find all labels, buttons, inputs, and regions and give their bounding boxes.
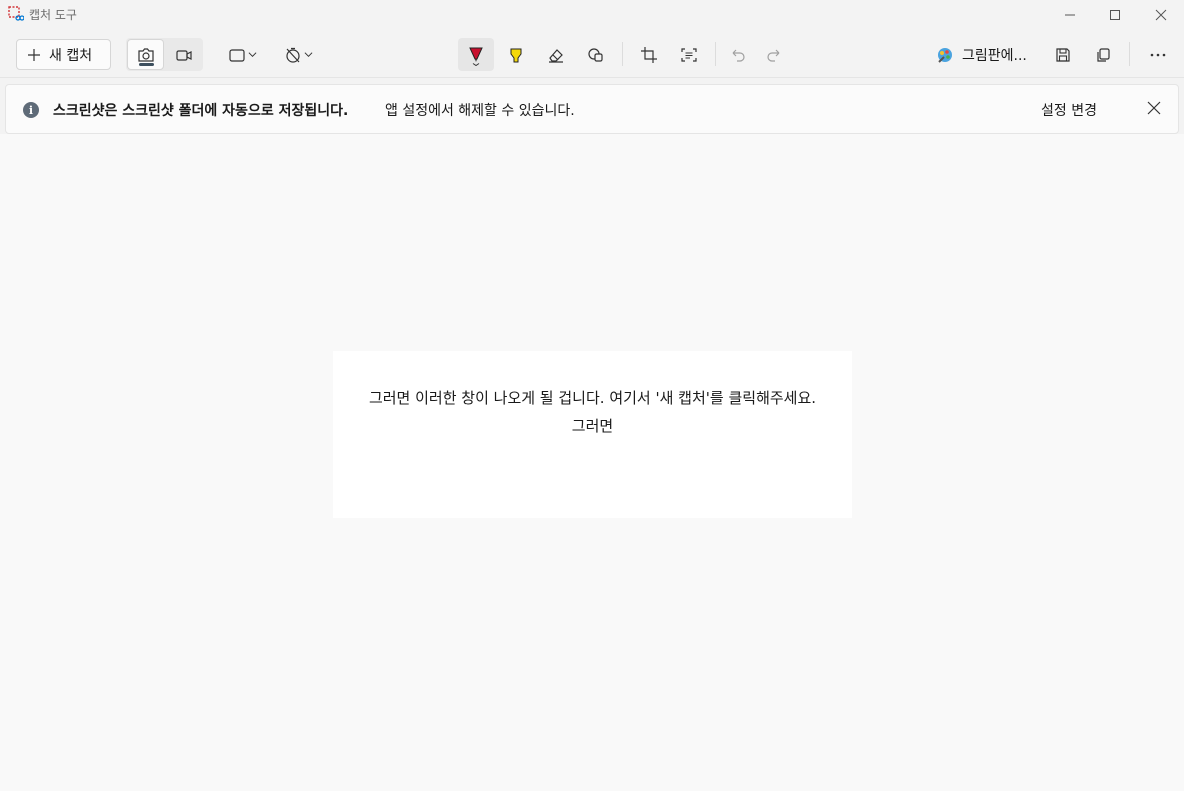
eraser-icon [549, 48, 563, 63]
capture-canvas: 그러면 이러한 창이 나오게 될 겁니다. 여기서 '새 캡처'를 클릭해주세요… [0, 134, 1184, 791]
more-options-button[interactable] [1140, 38, 1176, 71]
open-in-paint-button[interactable]: 그림판에... [936, 38, 1027, 71]
copy-button[interactable] [1085, 38, 1121, 71]
maximize-icon [1110, 10, 1120, 20]
highlighter-icon [510, 48, 522, 62]
autosave-notification: i 스크린샷은 스크린샷 폴더에 자동으로 저장됩니다. 앱 설정에서 해제할 … [5, 84, 1179, 134]
crop-icon [641, 46, 657, 63]
close-icon [1155, 9, 1167, 21]
plus-icon [28, 48, 40, 61]
redo-button[interactable] [756, 38, 792, 71]
ballpoint-pen-button[interactable] [458, 38, 494, 71]
redo-icon [767, 49, 780, 62]
captured-text-line-2: 그러면 [571, 417, 614, 435]
window-title: 캡처 도구 [29, 8, 77, 22]
active-indicator [139, 63, 154, 66]
snipping-tool-app-icon [8, 6, 24, 21]
new-capture-label: 새 캡처 [49, 47, 93, 64]
shapes-button[interactable] [578, 38, 614, 71]
crop-button[interactable] [631, 38, 667, 71]
separator [715, 42, 716, 66]
paint-icon [938, 47, 952, 63]
more-icon [1150, 53, 1166, 56]
separator [622, 42, 623, 66]
minimize-button[interactable] [1047, 0, 1093, 30]
copy-icon [1097, 47, 1110, 62]
notification-title: 스크린샷은 스크린샷 폴더에 자동으로 저장됩니다. [53, 103, 349, 119]
new-capture-button[interactable]: 새 캡처 [16, 39, 111, 70]
timer-off-icon [285, 47, 300, 63]
separator [1129, 42, 1130, 66]
text-actions-icon [681, 47, 697, 62]
video-icon [175, 49, 192, 61]
close-icon[interactable] [1146, 100, 1162, 116]
recording-mode-button[interactable] [165, 39, 202, 70]
change-settings-link[interactable]: 설정 변경 [1041, 100, 1097, 120]
eraser-button[interactable] [538, 38, 574, 71]
shapes-icon [588, 47, 603, 62]
snip-shape-dropdown[interactable] [224, 38, 260, 71]
capture-mode-group [126, 38, 203, 71]
toolbar: 새 캡처 그림판에... [0, 30, 1184, 78]
notification-message: 앱 설정에서 해제할 수 있습니다. [385, 103, 575, 119]
close-window-button[interactable] [1138, 0, 1184, 30]
open-in-paint-label: 그림판에... [962, 47, 1027, 64]
highlighter-button[interactable] [498, 38, 534, 71]
undo-button[interactable] [720, 38, 756, 71]
chevron-down-icon [304, 52, 312, 58]
text-actions-button[interactable] [671, 38, 707, 71]
ballpoint-pen-icon [469, 47, 483, 66]
delay-dropdown[interactable] [280, 38, 316, 71]
info-icon: i [23, 102, 39, 118]
maximize-button[interactable] [1092, 0, 1138, 30]
save-icon [1056, 47, 1070, 62]
chevron-down-icon [248, 52, 256, 58]
title-bar: 캡처 도구 [0, 0, 1184, 30]
camera-icon [137, 47, 154, 62]
screenshot-mode-button[interactable] [127, 39, 164, 70]
rectangle-snip-icon [228, 48, 245, 62]
save-button[interactable] [1045, 38, 1081, 71]
minimize-icon [1065, 14, 1075, 16]
captured-text-line-1: 그러면 이러한 창이 나오게 될 겁니다. 여기서 '새 캡처'를 클릭해주세요… [368, 389, 817, 407]
undo-icon [732, 49, 745, 62]
captured-image[interactable]: 그러면 이러한 창이 나오게 될 겁니다. 여기서 '새 캡처'를 클릭해주세요… [333, 351, 852, 518]
